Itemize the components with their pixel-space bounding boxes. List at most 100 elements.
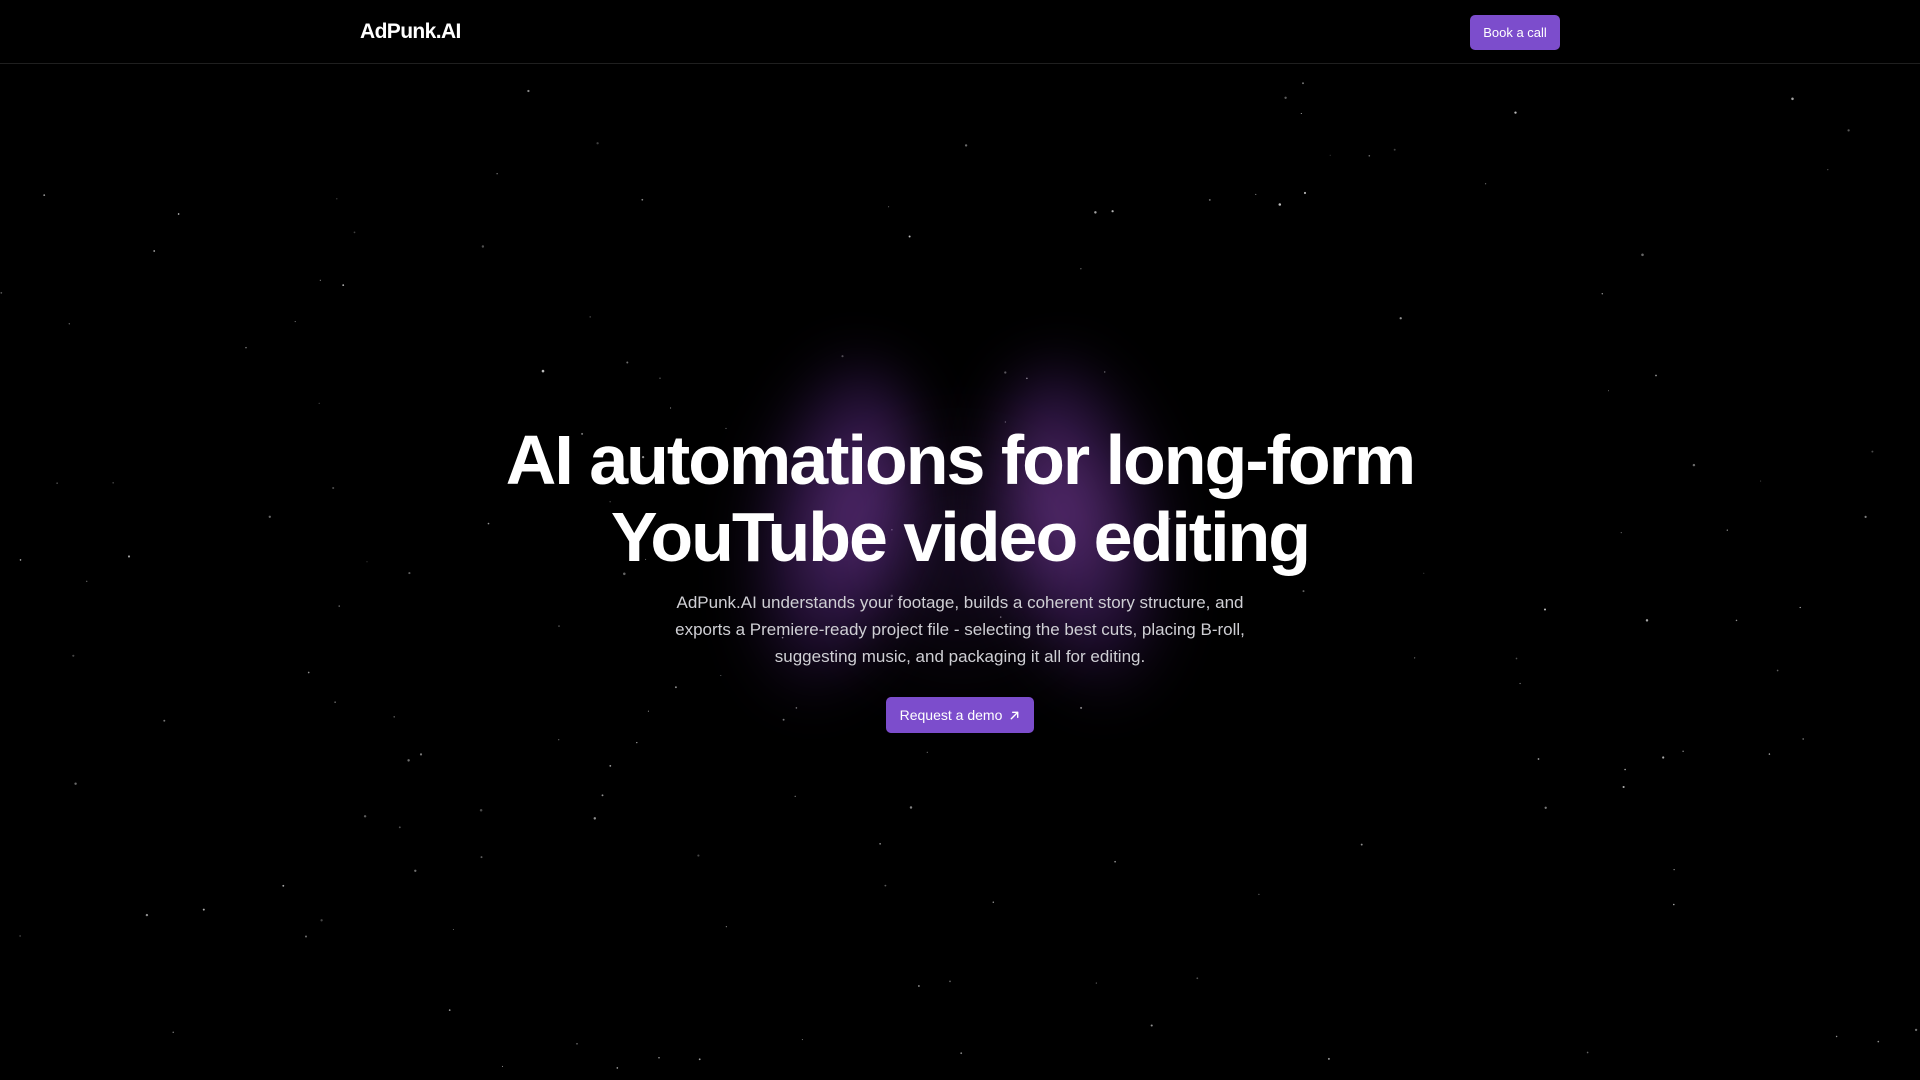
- star-dot: [334, 701, 336, 703]
- star-dot: [112, 482, 114, 484]
- star-dot: [363, 815, 367, 818]
- star-dot: [1094, 211, 1097, 214]
- star-dot: [127, 555, 131, 558]
- star-dot: [245, 346, 247, 349]
- star-dot: [1360, 843, 1363, 846]
- top-navbar: AdPunk.AI Book a call: [0, 0, 1920, 64]
- star-dot: [1776, 669, 1779, 672]
- star-dot: [448, 1009, 451, 1011]
- star-dot: [636, 741, 638, 744]
- brand-logo[interactable]: AdPunk.AI: [360, 20, 461, 44]
- star-dot: [1827, 169, 1829, 171]
- star-dot: [1914, 1028, 1918, 1032]
- star-dot: [1484, 183, 1487, 185]
- star-dot: [1537, 758, 1540, 760]
- star-dot: [202, 908, 205, 911]
- star-dot: [801, 1039, 803, 1041]
- star-dot: [305, 935, 307, 938]
- star-dot: [1624, 768, 1626, 771]
- star-dot: [398, 826, 401, 829]
- star-dot: [1329, 154, 1331, 156]
- star-dot: [419, 753, 423, 756]
- star-dot: [1399, 317, 1402, 320]
- star-dot: [1641, 253, 1644, 257]
- star-dot: [1114, 860, 1116, 863]
- hero-title-line2: YouTube video editing: [610, 498, 1311, 576]
- star-dot: [163, 719, 166, 722]
- star-dot: [918, 985, 920, 987]
- star-dot: [145, 913, 149, 917]
- star-dot: [1278, 203, 1282, 206]
- star-dot: [1208, 198, 1211, 201]
- star-dot: [596, 142, 599, 145]
- star-dot: [1543, 608, 1547, 611]
- star-dot: [1601, 292, 1604, 295]
- star-dot: [1514, 111, 1517, 114]
- star-dot: [501, 1065, 504, 1067]
- star-dot: [414, 869, 417, 872]
- star-dot: [1586, 1051, 1589, 1054]
- star-dot: [658, 1057, 660, 1059]
- star-dot: [674, 686, 677, 689]
- star-dot: [888, 206, 890, 208]
- hero-title-line1: AI automations for long-form: [505, 421, 1416, 499]
- star-dot: [589, 316, 591, 318]
- star-dot: [0, 292, 3, 294]
- star-dot: [908, 235, 911, 238]
- star-dot: [1327, 1057, 1330, 1060]
- star-dot: [1877, 1040, 1880, 1043]
- star-dot: [794, 795, 796, 797]
- star-dot: [1258, 893, 1260, 896]
- star-dot: [172, 1031, 174, 1033]
- star-dot: [1303, 191, 1307, 195]
- star-dot: [697, 854, 700, 857]
- star-dot: [479, 809, 483, 812]
- star-dot: [960, 1052, 963, 1055]
- star-dot: [407, 759, 410, 762]
- star-dot: [909, 806, 913, 809]
- request-demo-button[interactable]: Request a demo: [886, 697, 1034, 733]
- star-dot: [1302, 82, 1304, 85]
- star-dot: [332, 486, 335, 490]
- star-dot: [72, 654, 75, 657]
- star-dot: [720, 675, 722, 676]
- star-dot: [1662, 756, 1665, 759]
- star-dot: [408, 572, 411, 575]
- star-dot: [366, 561, 368, 563]
- star-dot: [616, 1067, 619, 1069]
- star-dot: [353, 231, 356, 234]
- star-dot: [1864, 515, 1867, 518]
- star-dot: [659, 377, 661, 380]
- star-dot: [576, 1042, 578, 1045]
- star-dot: [949, 980, 951, 983]
- star-dot: [593, 817, 597, 820]
- star-dot: [558, 739, 560, 741]
- star-dot: [1255, 193, 1257, 195]
- star-dot: [1791, 97, 1794, 101]
- star-dot: [1004, 371, 1007, 374]
- star-dot: [782, 718, 785, 721]
- star-dot: [1760, 480, 1762, 482]
- star-dot: [1726, 529, 1728, 531]
- star-dot: [879, 843, 881, 845]
- star-dot: [496, 173, 498, 175]
- star-dot: [926, 751, 928, 753]
- book-call-button[interactable]: Book a call: [1470, 15, 1560, 50]
- star-dot: [1103, 371, 1106, 373]
- star-dot: [841, 355, 844, 358]
- star-dot: [393, 716, 395, 718]
- star-dot: [294, 321, 296, 323]
- star-dot: [1095, 982, 1097, 984]
- star-dot: [342, 284, 345, 286]
- star-dot: [74, 782, 77, 785]
- star-dot: [56, 482, 58, 484]
- star-dot: [670, 407, 672, 409]
- hero-subtitle-line3: suggesting music, and packaging it all f…: [774, 647, 1146, 666]
- star-dot: [609, 765, 612, 767]
- star-dot: [268, 515, 271, 518]
- star-dot: [1620, 531, 1622, 534]
- star-dot: [1519, 682, 1521, 685]
- star-dot: [19, 559, 22, 561]
- star-dot: [480, 856, 483, 859]
- hero-title: AI automations for long-form YouTube vid…: [460, 422, 1460, 576]
